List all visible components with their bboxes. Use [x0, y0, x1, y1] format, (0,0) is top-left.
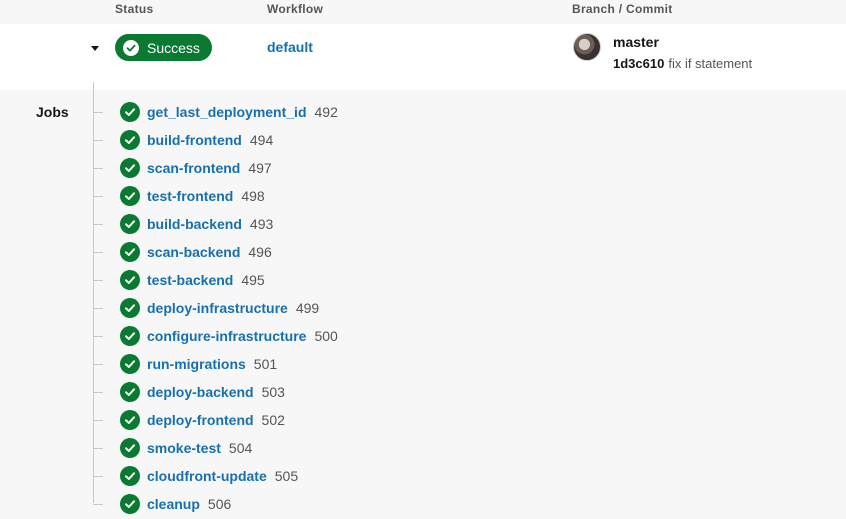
- job-number: 492: [314, 104, 338, 120]
- job-item: scan-frontend 497: [93, 154, 493, 182]
- job-item: run-migrations 501: [93, 350, 493, 378]
- job-number: 500: [314, 328, 338, 344]
- check-circle-icon: [120, 270, 140, 290]
- tree-branch-line: [93, 503, 103, 505]
- job-item: deploy-frontend 502: [93, 406, 493, 434]
- job-item: cloudfront-update 505: [93, 462, 493, 490]
- job-number: 505: [274, 468, 299, 484]
- tree-branch-line: [93, 195, 103, 197]
- job-item: cleanup 506: [93, 490, 493, 518]
- check-circle-icon: [120, 354, 140, 374]
- job-number: 495: [241, 272, 265, 288]
- job-name-link[interactable]: scan-backend: [147, 244, 240, 260]
- job-name-link[interactable]: scan-frontend: [147, 160, 240, 176]
- commit-message: fix if statement: [668, 56, 753, 71]
- check-circle-icon: [120, 186, 140, 206]
- job-number: 503: [261, 384, 285, 400]
- check-circle-icon: [120, 326, 140, 346]
- status-column-header: Status: [115, 2, 154, 16]
- job-item: test-frontend 498: [93, 182, 493, 210]
- tree-branch-line: [93, 251, 103, 253]
- job-number: 501: [253, 356, 278, 372]
- job-name-link[interactable]: deploy-infrastructure: [147, 300, 288, 316]
- job-name-link[interactable]: deploy-frontend: [147, 412, 254, 428]
- tree-branch-line: [93, 223, 103, 225]
- job-number: 506: [207, 496, 232, 512]
- tree-branch-line: [93, 419, 103, 421]
- tree-branch-line: [93, 391, 103, 393]
- job-number: 494: [249, 132, 274, 148]
- tree-branch-line: [93, 447, 103, 449]
- workflow-link[interactable]: default: [267, 39, 313, 55]
- avatar: [573, 33, 601, 61]
- jobs-label: Jobs: [36, 104, 69, 120]
- tree-branch-line: [93, 475, 103, 477]
- job-number: 499: [295, 300, 320, 316]
- job-item: build-frontend 494: [93, 126, 493, 154]
- status-label: Success: [147, 39, 200, 56]
- job-name-link[interactable]: test-frontend: [147, 188, 233, 204]
- job-name-link[interactable]: cleanup: [147, 496, 200, 512]
- job-item: configure-infrastructure 500: [93, 322, 493, 350]
- tree-branch-line: [93, 335, 103, 337]
- chevron-down-icon[interactable]: [90, 44, 100, 54]
- job-number: 498: [241, 188, 265, 204]
- branch-commit-column-header: Branch / Commit: [572, 2, 673, 16]
- check-circle-icon: [120, 214, 140, 234]
- job-name-link[interactable]: test-backend: [147, 272, 233, 288]
- check-circle-icon: [120, 438, 140, 458]
- job-item: test-backend 495: [93, 266, 493, 294]
- job-item: deploy-backend 503: [93, 378, 493, 406]
- job-name-link[interactable]: run-migrations: [147, 356, 246, 372]
- status-badge[interactable]: Success: [115, 34, 212, 61]
- job-number: 502: [261, 412, 285, 428]
- check-circle-icon: [120, 242, 140, 262]
- job-item: smoke-test 504: [93, 434, 493, 462]
- job-name-link[interactable]: get_last_deployment_id: [147, 104, 307, 120]
- job-item: get_last_deployment_id 492: [93, 98, 493, 126]
- table-header: Status Workflow Branch / Commit: [0, 0, 846, 24]
- job-number: 497: [248, 160, 272, 176]
- pipeline-row: Success default master 1d3c610 fix if sta…: [0, 24, 846, 90]
- job-name-link[interactable]: deploy-backend: [147, 384, 254, 400]
- tree-branch-line: [93, 279, 103, 281]
- check-circle-icon: [120, 102, 140, 122]
- job-name-link[interactable]: configure-infrastructure: [147, 328, 306, 344]
- job-number: 504: [228, 440, 253, 456]
- check-circle-icon: [120, 410, 140, 430]
- check-circle-icon: [120, 466, 140, 486]
- job-name-link[interactable]: cloudfront-update: [147, 468, 267, 484]
- branch-name: master: [613, 34, 659, 50]
- workflow-column-header: Workflow: [267, 2, 324, 16]
- check-circle-icon: [123, 39, 139, 56]
- job-name-link[interactable]: build-backend: [147, 216, 242, 232]
- job-number: 493: [249, 216, 274, 232]
- job-item: scan-backend 496: [93, 238, 493, 266]
- check-circle-icon: [120, 130, 140, 150]
- tree-branch-line: [93, 167, 103, 169]
- job-item: build-backend 493: [93, 210, 493, 238]
- commit-hash-link[interactable]: 1d3c610: [613, 56, 664, 71]
- check-circle-icon: [120, 494, 140, 514]
- job-name-link[interactable]: build-frontend: [147, 132, 242, 148]
- job-name-link[interactable]: smoke-test: [147, 440, 221, 456]
- tree-branch-line: [93, 111, 103, 113]
- check-circle-icon: [120, 298, 140, 318]
- job-number: 496: [248, 244, 272, 260]
- check-circle-icon: [120, 158, 140, 178]
- tree-branch-line: [93, 139, 103, 141]
- tree-branch-line: [93, 307, 103, 309]
- commit-info: 1d3c610 fix if statement: [613, 56, 752, 71]
- check-circle-icon: [120, 382, 140, 402]
- tree-branch-line: [93, 363, 103, 365]
- job-item: deploy-infrastructure 499: [93, 294, 493, 322]
